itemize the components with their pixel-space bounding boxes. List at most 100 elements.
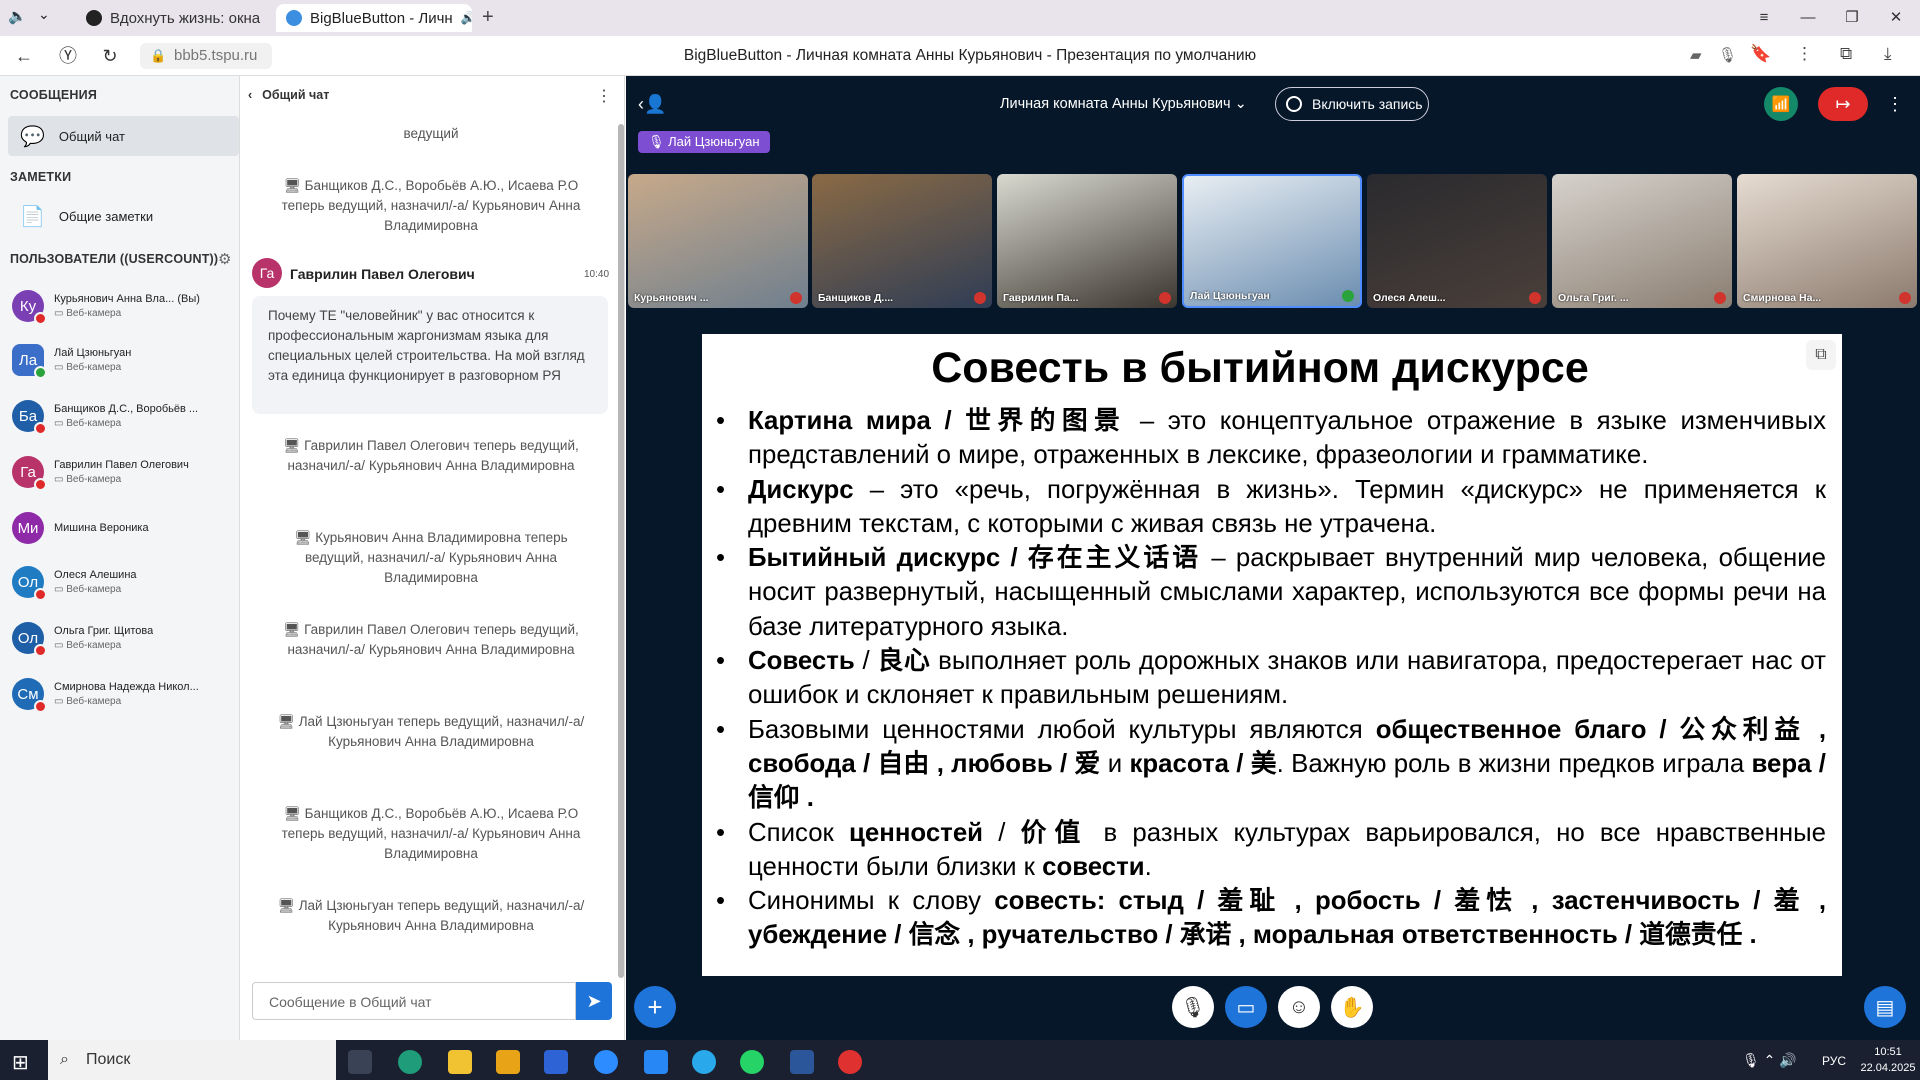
user-item[interactable]: Ба Банщиков Д.С., Воробьёв ... ▭ Веб-каме… (12, 390, 232, 442)
system-message-text: Гаврилин Павел Олегович теперь ведущий, … (287, 622, 579, 657)
actions-button[interactable]: + (634, 986, 676, 1028)
tab-bigbluebutton[interactable]: BigBlueButton - Личн 🔊 ✕ (276, 4, 472, 32)
collections-icon[interactable]: ⧉ (1840, 44, 1852, 64)
reload-icon[interactable]: ↻ (98, 44, 122, 68)
reactions-button[interactable]: ☺ (1278, 986, 1320, 1028)
explorer-icon[interactable] (448, 1050, 472, 1074)
chat-scrollbar[interactable] (618, 124, 624, 978)
user-item[interactable]: Га Гаврилин Павел Олегович ▭ Веб-камера (12, 446, 232, 498)
user-name: Смирнова Надежда Никол... (54, 681, 199, 693)
user-item[interactable]: Ку Курьянович Анна Вла... (Вы) ▭ Веб-каме… (12, 280, 232, 332)
word-icon[interactable] (790, 1050, 814, 1074)
video-tile[interactable]: Смирнова На... (1737, 174, 1917, 308)
presenter-icon: 🖥 (283, 178, 305, 193)
bookmark-icon[interactable]: 🔖 (1750, 44, 1771, 64)
more-icon[interactable]: ⋮ (1796, 44, 1813, 64)
browser-tab-bar: 🔈 ⌄ Вдохнуть жизнь: окна за6 BigBlueButt… (0, 0, 1920, 36)
sidebar-item-public-chat[interactable]: 💬 Общий чат (8, 116, 239, 156)
user-item[interactable]: Ми Мишина Вероника (12, 502, 232, 554)
user-item[interactable]: См Смирнова Надежда Никол... ▭ Веб-камера (12, 668, 232, 720)
downloads-icon[interactable]: ⤓ (1884, 44, 1892, 64)
back-icon[interactable]: ← (12, 44, 36, 68)
tab-vdohnut[interactable]: Вдохнуть жизнь: окна за6 (76, 4, 264, 32)
video-tile[interactable]: Банщиков Д.... (812, 174, 992, 308)
camera-button[interactable]: ▭ (1225, 986, 1267, 1028)
clock-date: 22.04.2025 (1860, 1062, 1916, 1074)
telegram-icon[interactable] (692, 1050, 716, 1074)
slide-title: Совесть в бытийном дискурсе (931, 344, 1589, 392)
bullet-term: Дискурс (748, 475, 854, 504)
record-button[interactable]: Включить запись (1275, 87, 1429, 121)
chat-input[interactable]: Сообщение в Общий чат (252, 982, 576, 1020)
message-author: Гаврилин Павел Олегович (290, 266, 475, 282)
mute-button[interactable]: 🎙 (1172, 986, 1214, 1028)
video-tile-active[interactable]: Лай Цзюньгуан (1182, 174, 1362, 308)
outlook-icon[interactable] (544, 1050, 568, 1074)
language-indicator[interactable]: РУС (1822, 1054, 1846, 1068)
user-item[interactable]: Ол Олеся Алешина ▭ Веб-камера (12, 556, 232, 608)
video-tile[interactable]: Гаврилин Па... (997, 174, 1177, 308)
yandex-icon[interactable]: Ⓨ (56, 44, 80, 68)
video-tile[interactable]: Курьянович ... (628, 174, 808, 308)
plus-icon: + (647, 991, 663, 1022)
avatar: Га (252, 258, 282, 288)
send-button[interactable]: ➤ (576, 982, 612, 1020)
leave-button[interactable]: ↦ (1818, 87, 1868, 121)
presentation-icon: ▤ (1875, 996, 1895, 1019)
video-tile[interactable]: Олеся Алеш... (1367, 174, 1547, 308)
tab-audio-icon[interactable]: 🔊 (461, 11, 472, 25)
bullet-term: Совесть (748, 647, 855, 676)
bullet-text: Список (748, 818, 850, 847)
close-window-icon[interactable]: ✕ (1884, 6, 1908, 30)
presenter-icon: 🖥 (294, 530, 316, 545)
chat-options-icon[interactable]: ⋮ (596, 86, 612, 106)
mail-icon[interactable] (496, 1050, 520, 1074)
yandex-browser-icon[interactable] (838, 1050, 862, 1074)
sidebar-item-shared-notes[interactable]: 📄 Общие заметки (8, 196, 239, 236)
restore-icon[interactable]: ❐ (1840, 6, 1864, 30)
new-tab-icon[interactable]: + (482, 6, 494, 29)
user-item[interactable]: Ла Лай Цзюньгуан ▭ Веб-камера (12, 334, 232, 386)
messages-header: СООБЩЕНИЯ (10, 88, 98, 102)
sidebar-item-label: Общий чат (58, 128, 125, 144)
mic-icon: 🎙 (648, 134, 669, 149)
user-item[interactable]: Ол Ольга Григ. Щитова ▭ Веб-камера (12, 612, 232, 664)
task-view-icon[interactable] (348, 1050, 372, 1074)
clock[interactable]: 10:51 22.04.2025 (1860, 1044, 1916, 1076)
user-list-toggle-icon[interactable]: ‹👤 (638, 94, 666, 115)
windows-start-icon[interactable]: ⊞ (12, 1050, 29, 1075)
edge-icon[interactable] (398, 1050, 422, 1074)
video-tile[interactable]: Ольга Григ. ... (1552, 174, 1732, 308)
gear-icon[interactable]: ⚙ (218, 250, 231, 268)
speaker-icon[interactable]: 🔈 (8, 7, 27, 25)
record-icon (1286, 96, 1302, 112)
user-name: Гаврилин Павел Олегович (54, 459, 189, 471)
minimize-icon[interactable]: — (1796, 6, 1820, 30)
users-header: ПОЛЬЗОВАТЕЛИ ((USERCOUNT)) (10, 252, 219, 266)
chevron-left-icon[interactable]: ‹ (248, 88, 252, 102)
mic-status-icon[interactable]: 🎙 (1718, 46, 1737, 64)
bullet-text: . (1144, 852, 1152, 881)
presentation-toggle-button[interactable]: ▤ (1864, 986, 1906, 1028)
raise-hand-button[interactable]: ✋ (1331, 986, 1373, 1028)
whatsapp-icon[interactable] (740, 1050, 764, 1074)
video-name: Банщиков Д.... (818, 292, 894, 304)
taskbar-search[interactable]: ⌕ Поиск (48, 1040, 336, 1080)
video-name: Лай Цзюньгуан (1190, 290, 1270, 302)
browser-menu-icon[interactable]: ≡ (1752, 6, 1776, 30)
camera-status-icon[interactable]: ▰ (1690, 46, 1702, 64)
zoom-icon[interactable] (594, 1050, 618, 1074)
tabs-menu-chevron-icon[interactable]: ⌄ (38, 6, 50, 23)
vk-icon[interactable] (644, 1050, 668, 1074)
bullet-text: и (1100, 749, 1130, 778)
slide-bullet: Картина мира / 世界的图景 – это концептуально… (714, 404, 1826, 473)
options-icon[interactable]: ⋮ (1886, 94, 1904, 115)
user-status-text: Веб-камера (66, 696, 122, 707)
bullet-term: совести (1042, 852, 1145, 881)
tray-icons[interactable]: 🎙 ⌃ 🔊 (1742, 1052, 1797, 1069)
room-title[interactable]: Личная комната Анны Курьянович ⌄ (1000, 96, 1247, 112)
chat-header[interactable]: ‹ Общий чат (248, 88, 329, 102)
muted-mic-icon (34, 478, 47, 491)
url-field[interactable]: 🔒 bbb5.tspu.ru (140, 43, 272, 69)
connection-status-icon[interactable]: 📶 (1764, 87, 1798, 121)
